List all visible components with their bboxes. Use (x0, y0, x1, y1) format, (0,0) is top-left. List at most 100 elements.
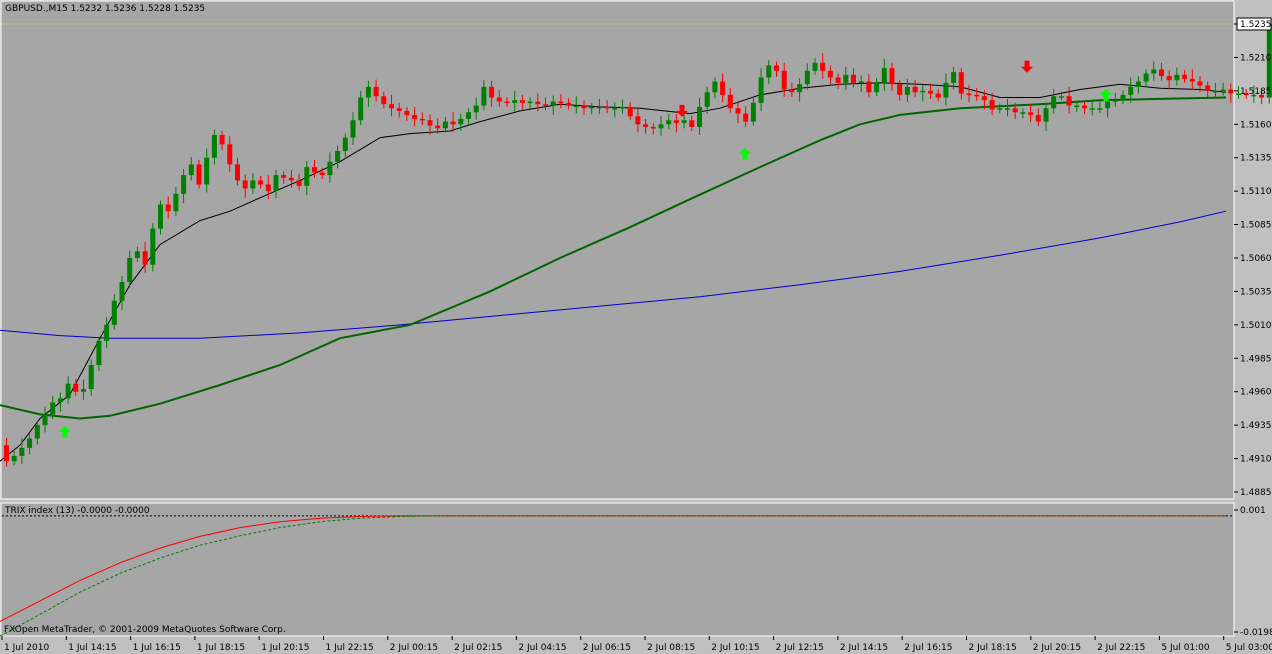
candle-bull (111, 300, 117, 325)
candle-bull (1112, 100, 1118, 102)
candle-bear (673, 120, 679, 123)
candle-bull (797, 84, 803, 93)
candle-bear (974, 94, 980, 97)
candle-bull (997, 108, 1003, 110)
candle-bull (65, 383, 71, 399)
candle-bull (1058, 96, 1064, 98)
candle-bear (897, 84, 903, 95)
candle-bear (558, 101, 564, 104)
price-tick-label: 1.5160 (1240, 120, 1272, 130)
candle-bear (727, 94, 733, 109)
candle-bull (211, 134, 217, 158)
candle-bull (466, 112, 471, 119)
candle-bull (350, 120, 356, 138)
time-axis[interactable]: 1 Jul 2010 1 Jul 14:15 1 Jul 16:15 1 Jul 18… (1, 636, 1272, 653)
time-tick-label: 1 Jul 14:15 (68, 643, 116, 653)
candle-bear (835, 77, 841, 83)
indicator-axis: 0.001 -0.0198 (1234, 506, 1272, 638)
candle-bull (96, 340, 102, 365)
candle-bull (342, 137, 348, 152)
candle-bear (866, 81, 872, 93)
candle-bull (904, 86, 910, 95)
candle-bear (319, 172, 325, 176)
candle-bear (373, 86, 379, 97)
candle-bull (951, 72, 957, 83)
candle-bear (281, 175, 287, 178)
candle-bear (389, 104, 394, 109)
time-tick-label: 2 Jul 08:15 (647, 643, 695, 653)
candle-bull (704, 92, 710, 107)
candle-bull (181, 175, 187, 194)
candle-bear (535, 101, 541, 105)
price-tick-label: 1.5035 (1240, 287, 1272, 297)
candle-bear (966, 93, 972, 96)
candle-bear (235, 164, 240, 181)
candle-bull (335, 151, 341, 162)
candle-bull (42, 414, 48, 426)
price-axis[interactable]: 1.5235 1.5210 1.5185 1.5160 1.5135 1.5110 1.50… (1234, 17, 1272, 498)
price-tick-label: 1.4960 (1240, 388, 1272, 398)
candle-bull (812, 62, 818, 71)
candle-bear (519, 100, 525, 103)
candle-bear (1197, 81, 1203, 86)
candle-bull (1143, 73, 1149, 82)
indicator-window[interactable] (0, 502, 1235, 637)
candle-bear (912, 86, 918, 93)
candle-bear (735, 108, 741, 114)
price-tick-label: 1.5010 (1240, 321, 1272, 331)
candle-bear (227, 144, 233, 165)
candle-bull (658, 124, 664, 129)
symbol-info: GBPUSD.,M15 1.5232 1.5236 1.5228 1.5235 (5, 4, 205, 14)
main-chart-area[interactable] (0, 0, 1235, 500)
candle-bull (1174, 74, 1180, 81)
candle-bull (273, 175, 279, 192)
time-tick-label: 2 Jul 16:15 (904, 643, 952, 653)
candle-bull (188, 164, 194, 176)
current-price-label: 1.5235 (1240, 20, 1272, 30)
time-tick-label: 2 Jul 00:15 (390, 643, 438, 653)
candle-bear (1166, 76, 1172, 81)
candle-bear (1066, 96, 1072, 106)
candle-bear (196, 164, 202, 185)
candle-bear (627, 106, 633, 117)
price-tick-label: 1.4935 (1240, 421, 1272, 431)
price-tick-label: 1.4885 (1240, 488, 1272, 498)
candle-bear (142, 251, 148, 265)
candle-bull (304, 167, 310, 186)
candle-bear (427, 120, 433, 126)
candle-bull (481, 86, 487, 106)
candle-bull (512, 100, 518, 103)
candle-bear (381, 96, 387, 105)
candle-bull (881, 68, 887, 83)
candle-bear (288, 177, 294, 181)
candle-bear (604, 106, 610, 109)
candle-bull (119, 282, 125, 301)
candle-bull (134, 251, 140, 258)
candle-bull (365, 86, 371, 98)
candle-bear (450, 121, 456, 125)
candle-bear (820, 62, 826, 71)
candle-bear (827, 70, 833, 78)
candle-bull (19, 447, 25, 456)
price-tick-label: 1.5085 (1240, 221, 1272, 231)
candle-bear (73, 383, 79, 392)
candle-bull (104, 324, 110, 341)
candle-bear (635, 116, 641, 125)
candle-bull (874, 82, 880, 93)
time-tick-label: 1 Jul 2010 (4, 643, 49, 653)
candle-bear (774, 65, 779, 71)
candle-bear (435, 125, 441, 129)
candle-bull (620, 106, 625, 109)
time-tick-label: 2 Jul 06:15 (583, 643, 631, 653)
metatrader-chart[interactable]: GBPUSD.,M15 1.5232 1.5236 1.5228 1.5235 … (0, 0, 1272, 654)
candle-bear (928, 90, 933, 94)
indicator-tick-label: -0.0198 (1240, 628, 1272, 638)
price-tick-label: 1.5060 (1240, 254, 1272, 264)
candle-bull (681, 120, 687, 123)
candle-bear (935, 93, 941, 98)
candle-bull (358, 97, 364, 121)
indicator-tick-label: 0.001 (1240, 506, 1266, 516)
candle-bull (1074, 105, 1080, 108)
candle-bull (458, 118, 464, 125)
candle-bull (1212, 90, 1218, 93)
